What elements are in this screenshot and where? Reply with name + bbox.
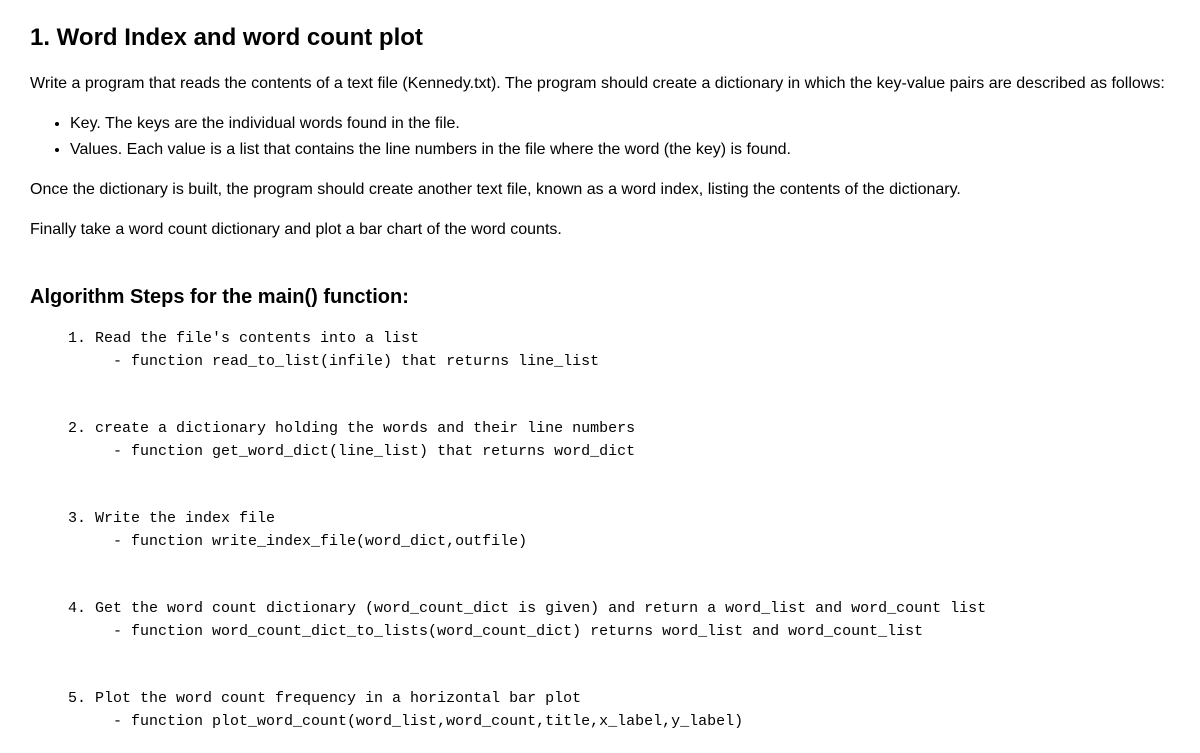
- algorithm-heading: Algorithm Steps for the main() function:: [30, 282, 1170, 312]
- paragraph-2: Once the dictionary is built, the progra…: [30, 178, 1170, 202]
- bullet-key: Key. The keys are the individual words f…: [70, 112, 1170, 136]
- bullet-values: Values. Each value is a list that contai…: [70, 138, 1170, 162]
- algorithm-steps: 1. Read the file's contents into a list …: [50, 328, 1170, 733]
- intro-paragraph: Write a program that reads the contents …: [30, 72, 1170, 96]
- bullet-list: Key. The keys are the individual words f…: [30, 112, 1170, 162]
- main-heading: 1. Word Index and word count plot: [30, 20, 1170, 56]
- paragraph-3: Finally take a word count dictionary and…: [30, 218, 1170, 242]
